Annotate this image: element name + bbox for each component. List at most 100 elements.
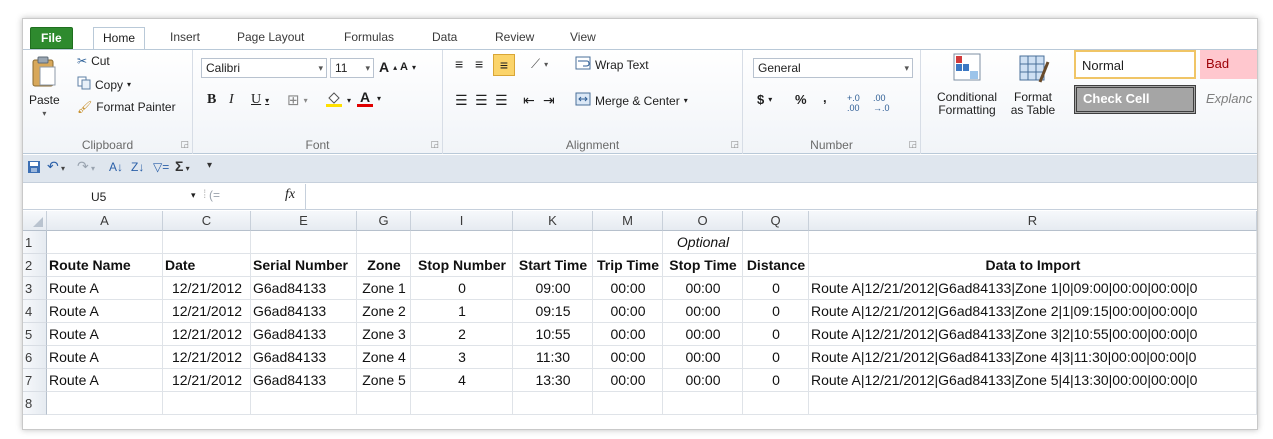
align-center-button[interactable]: ☰ [475,92,488,109]
table-cell[interactable]: Zone 2 [359,300,409,323]
table-cell[interactable]: G6ad84133 [253,346,355,369]
column-header-c[interactable]: C [163,211,251,231]
comma-button[interactable]: , [823,90,827,105]
filter-icon[interactable]: ▽= [153,160,169,174]
table-cell[interactable]: 13:30 [515,369,591,392]
orientation-button[interactable]: ⟋ ▾ [531,56,548,72]
font-size-select[interactable]: 11 ▾ [330,58,374,78]
row-header-1[interactable]: 1 [23,231,47,254]
column-header-g[interactable]: G [357,211,411,231]
column-header-r[interactable]: R [809,211,1257,231]
tab-review[interactable]: Review [486,27,543,49]
decrease-indent-button[interactable]: ⇤ [523,92,535,109]
table-cell[interactable]: 0 [745,323,807,346]
tab-view[interactable]: View [561,27,605,49]
align-middle-button[interactable]: ≡ [475,56,483,72]
borders-button[interactable]: ⊞ ▾ [287,91,308,109]
table-cell[interactable]: 3 [413,346,511,369]
formula-cancel-icon[interactable]: (= [209,188,220,202]
table-cell[interactable]: 2 [413,323,511,346]
table-cell[interactable]: Route A [49,323,161,346]
percent-button[interactable]: % [795,92,807,107]
tab-insert[interactable]: Insert [161,27,209,49]
table-cell[interactable]: Route A|12/21/2012|G6ad84133|Zone 2|1|09… [811,300,1255,323]
header-cell[interactable]: Serial Number [253,254,355,277]
table-cell[interactable]: 00:00 [665,277,741,300]
style-normal[interactable]: Normal [1074,50,1196,79]
copy-button[interactable]: Copy ▾ [77,76,131,93]
header-cell[interactable]: Trip Time [595,254,661,277]
dialog-launcher-icon[interactable]: ◲ [730,139,739,150]
align-bottom-button[interactable]: ≡ [493,54,515,76]
sort-descending-icon[interactable]: Z↓ [131,160,144,174]
table-cell[interactable]: 12/21/2012 [165,369,249,392]
table-cell[interactable]: 12/21/2012 [165,323,249,346]
header-cell[interactable]: Route Name [49,254,161,277]
row-header-4[interactable]: 4 [23,300,47,323]
table-cell[interactable]: 00:00 [595,346,661,369]
increase-indent-button[interactable]: ⇥ [543,92,555,109]
table-cell[interactable]: Route A|12/21/2012|G6ad84133|Zone 1|0|09… [811,277,1255,300]
table-cell[interactable]: 0 [745,346,807,369]
column-header-q[interactable]: Q [743,211,809,231]
header-cell[interactable]: Stop Time [665,254,741,277]
table-cell[interactable]: 0 [745,369,807,392]
column-header-i[interactable]: I [411,211,513,231]
wrap-text-button[interactable]: Wrap Text [575,56,649,73]
table-cell[interactable]: G6ad84133 [253,323,355,346]
conditional-formatting-button[interactable]: Conditional Formatting [927,52,1007,117]
customize-toolbar-icon[interactable]: ▾ [207,160,212,171]
table-cell[interactable]: 00:00 [595,277,661,300]
sort-ascending-icon[interactable]: A↓ [109,160,123,174]
column-header-e[interactable]: E [251,211,357,231]
table-cell[interactable]: Route A [49,346,161,369]
merge-center-button[interactable]: Merge & Center ▾ [575,92,688,109]
increase-decimal-button[interactable]: +.0.00 [847,93,860,113]
style-check-cell[interactable]: Check Cell [1074,85,1196,114]
cell-optional-note[interactable]: Optional [665,231,741,254]
header-cell[interactable]: Data to Import [811,254,1255,277]
table-cell[interactable]: 00:00 [665,300,741,323]
style-bad[interactable]: Bad [1200,50,1257,79]
shrink-font-button[interactable]: A ▾ [400,61,416,73]
table-cell[interactable]: 09:00 [515,277,591,300]
insert-function-icon[interactable]: fx [285,187,295,203]
redo-icon[interactable]: ↷ ▾ [77,158,95,175]
table-cell[interactable]: Zone 1 [359,277,409,300]
row-header-8[interactable]: 8 [23,392,47,415]
column-header-o[interactable]: O [663,211,743,231]
align-right-button[interactable]: ☰ [495,92,508,109]
style-explanatory[interactable]: Explanc [1200,85,1257,114]
row-header-2[interactable]: 2 [23,254,47,277]
table-cell[interactable]: 00:00 [665,323,741,346]
align-top-button[interactable]: ≡ [455,56,463,72]
table-cell[interactable]: 0 [745,277,807,300]
chevron-down-icon[interactable]: ▾ [191,190,196,201]
table-cell[interactable]: 00:00 [595,323,661,346]
table-cell[interactable]: 11:30 [515,346,591,369]
underline-button[interactable]: U ▾ [251,92,269,108]
header-cell[interactable]: Date [165,254,249,277]
table-cell[interactable]: 4 [413,369,511,392]
save-icon[interactable] [27,160,41,177]
select-all-corner[interactable] [23,211,47,231]
autosum-icon[interactable]: Σ ▾ [175,158,190,174]
table-cell[interactable]: 00:00 [595,369,661,392]
cut-button[interactable]: ✂ Cut [77,54,110,68]
format-as-table-button[interactable]: Format as Table [1007,52,1059,117]
table-cell[interactable]: 0 [413,277,511,300]
name-box[interactable]: U5 [47,187,215,207]
fill-color-button[interactable]: ▾ [325,90,351,111]
table-cell[interactable]: Zone 5 [359,369,409,392]
header-cell[interactable]: Start Time [515,254,591,277]
table-cell[interactable]: 1 [413,300,511,323]
row-header-5[interactable]: 5 [23,323,47,346]
table-cell[interactable]: Zone 3 [359,323,409,346]
number-format-select[interactable]: General ▾ [753,58,913,78]
table-cell[interactable]: 10:55 [515,323,591,346]
tab-file[interactable]: File [30,27,73,49]
row-header-3[interactable]: 3 [23,277,47,300]
table-cell[interactable]: 09:15 [515,300,591,323]
column-header-m[interactable]: M [593,211,663,231]
decrease-decimal-button[interactable]: .00 →.0 [873,93,890,113]
